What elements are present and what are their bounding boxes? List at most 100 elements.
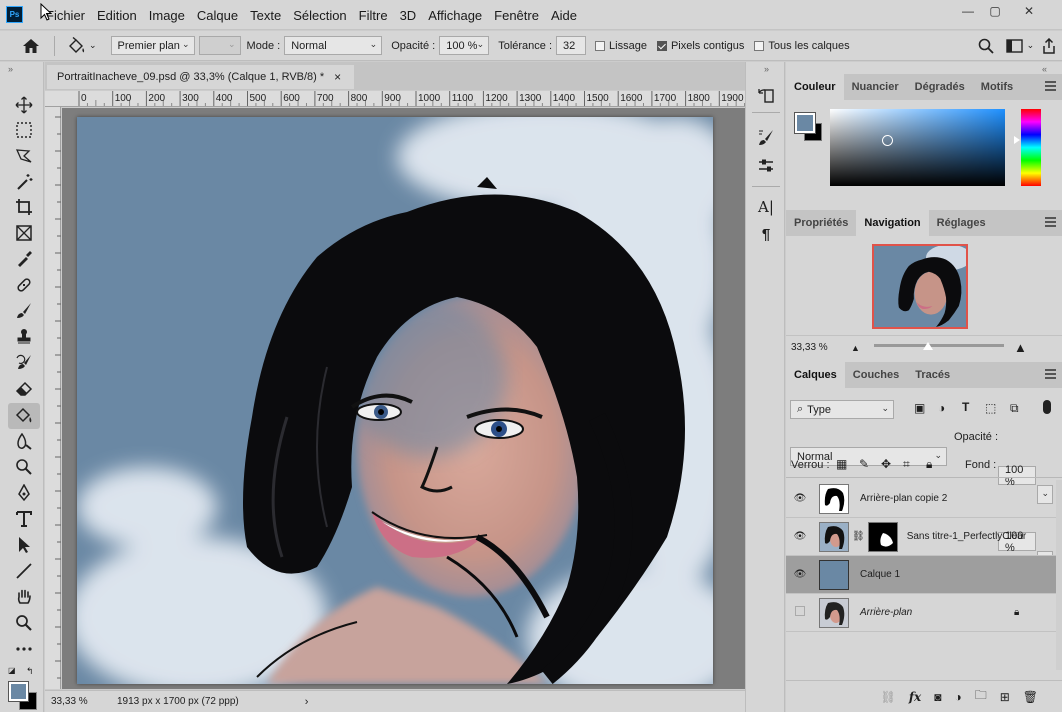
menu-selection[interactable]: Sélection xyxy=(287,8,352,23)
brush-icon[interactable] xyxy=(12,300,36,322)
menu-image[interactable]: Image xyxy=(143,8,191,23)
tab-traces[interactable]: Tracés xyxy=(907,362,958,388)
hue-marker-icon[interactable] xyxy=(1014,136,1020,144)
line-icon[interactable] xyxy=(12,560,36,582)
hue-slider[interactable] xyxy=(1021,109,1041,186)
tab-reglages[interactable]: Réglages xyxy=(929,210,994,236)
chain-link-icon[interactable]: ⛓︎ xyxy=(852,531,865,542)
collapse-icon[interactable]: « xyxy=(1042,64,1047,74)
pen-icon[interactable] xyxy=(12,482,36,504)
color-picker-cursor[interactable] xyxy=(882,135,893,146)
swap-colors-icon[interactable]: ↰ xyxy=(26,666,34,677)
crop-icon[interactable] xyxy=(12,196,36,218)
tab-motifs[interactable]: Motifs xyxy=(973,74,1021,100)
paint-bucket-tool-icon[interactable] xyxy=(67,36,87,55)
path-select-icon[interactable] xyxy=(12,534,36,556)
history-icon[interactable] xyxy=(756,86,776,106)
visibility-eye-icon[interactable]: 👁︎ xyxy=(786,493,814,504)
collapse-icon[interactable]: » xyxy=(764,64,769,74)
all-layers-checkbox[interactable] xyxy=(754,40,765,51)
zoom-level[interactable]: 33,33 % xyxy=(51,696,97,707)
fx-icon[interactable]: fx xyxy=(909,690,921,704)
menu-calque[interactable]: Calque xyxy=(191,8,244,23)
document-tab[interactable]: PortraitInacheve_09.psd @ 33,3% (Calque … xyxy=(47,65,354,89)
navigator-zoom[interactable]: 33,33 % xyxy=(791,342,828,353)
search-icon[interactable] xyxy=(978,38,994,54)
layer-name[interactable]: Arrière-plan copie 2 xyxy=(860,493,947,504)
foreground-color-swatch[interactable] xyxy=(8,681,29,702)
paragraph-icon[interactable]: ¶ xyxy=(756,224,776,244)
delete-layer-icon[interactable]: 🗑︎ xyxy=(1023,690,1038,704)
visibility-eye-icon[interactable]: 👁︎ xyxy=(786,531,814,542)
dodge-icon[interactable] xyxy=(12,456,36,478)
chevron-down-icon[interactable]: ⌄ xyxy=(89,40,97,51)
history-brush-icon[interactable] xyxy=(12,352,36,374)
visibility-toggle-empty[interactable] xyxy=(786,606,814,619)
layer-filter-select[interactable]: ⌕ Type ⌄ xyxy=(790,400,894,419)
default-colors-icon[interactable]: ◪ xyxy=(8,666,16,675)
stamp-icon[interactable] xyxy=(12,326,36,348)
new-group-icon[interactable]: 🗀︎ xyxy=(975,686,987,707)
adjust-sliders-icon[interactable] xyxy=(756,156,776,176)
lock-position-icon[interactable]: ✥ xyxy=(881,457,891,471)
menu-fenetre[interactable]: Fenêtre xyxy=(488,8,545,23)
tab-degrades[interactable]: Dégradés xyxy=(907,74,973,100)
close-button[interactable]: ✕ xyxy=(1020,4,1038,18)
fg-color-swatch[interactable] xyxy=(794,112,816,134)
layer-name[interactable]: Arrière-plan xyxy=(860,607,912,618)
layer-row[interactable]: 👁︎ ⛓︎ Sans titre-1_PerfectlyClear xyxy=(786,518,1056,556)
pattern-picker[interactable]: ⌄ xyxy=(198,36,241,55)
type-icon[interactable] xyxy=(12,508,36,530)
zoom-in-icon[interactable]: ▲ xyxy=(1014,340,1027,355)
lock-all-icon[interactable]: 🔒︎ xyxy=(926,457,932,472)
eyedropper-icon[interactable] xyxy=(12,248,36,270)
maximize-button[interactable]: ▢ xyxy=(986,4,1004,18)
tab-nuancier[interactable]: Nuancier xyxy=(844,74,907,100)
close-tab-icon[interactable]: × xyxy=(334,70,341,84)
opacity-input[interactable]: 100 % ⌄ xyxy=(439,36,490,55)
layer-row[interactable]: 👁︎ Arrière-plan copie 2 xyxy=(786,480,1056,518)
eraser-icon[interactable] xyxy=(12,377,36,399)
move-icon[interactable] xyxy=(12,94,36,116)
menu-3d[interactable]: 3D xyxy=(394,8,423,23)
filter-pixel-icon[interactable]: ▣ xyxy=(914,401,925,415)
new-layer-icon[interactable]: ⊞ xyxy=(1000,690,1010,704)
workspace-icon[interactable] xyxy=(1005,38,1024,53)
add-mask-icon[interactable]: ◙ xyxy=(934,690,941,704)
menu-texte[interactable]: Texte xyxy=(244,8,287,23)
panel-menu-icon[interactable] xyxy=(1045,369,1056,379)
tab-proprietes[interactable]: Propriétés xyxy=(786,210,856,236)
visibility-eye-icon[interactable]: 👁︎ xyxy=(786,569,814,580)
zoom-icon[interactable] xyxy=(12,612,36,634)
lock-artboard-icon[interactable]: ⌗ xyxy=(903,457,910,472)
lock-pixels-icon[interactable]: ✎ xyxy=(859,457,869,471)
share-icon[interactable] xyxy=(1042,37,1056,54)
paint-bucket-icon[interactable] xyxy=(8,403,40,429)
character-icon[interactable]: A| xyxy=(756,197,776,217)
tab-navigation[interactable]: Navigation xyxy=(856,210,929,236)
menu-filtre[interactable]: Filtre xyxy=(353,8,394,23)
panel-menu-icon[interactable] xyxy=(1045,81,1056,91)
tab-calques[interactable]: Calques xyxy=(786,362,845,388)
marquee-icon[interactable] xyxy=(12,119,36,141)
chevron-down-icon[interactable]: ⌄ xyxy=(1027,40,1035,51)
tab-couleur[interactable]: Couleur xyxy=(786,74,844,100)
minimize-button[interactable]: — xyxy=(959,4,977,18)
filter-type-icon[interactable]: T xyxy=(962,400,969,414)
blur-icon[interactable] xyxy=(12,431,36,453)
layer-name[interactable]: Sans titre-1_PerfectlyClear xyxy=(907,531,1027,542)
menu-aide[interactable]: Aide xyxy=(545,8,583,23)
filter-smart-object-icon[interactable]: ⧉ xyxy=(1010,401,1019,416)
lissage-checkbox[interactable] xyxy=(595,40,606,51)
document-canvas[interactable] xyxy=(77,117,713,684)
layer-mask-thumbnail[interactable] xyxy=(867,521,898,552)
tolerance-input[interactable]: 32 xyxy=(556,36,587,55)
filter-shape-icon[interactable]: ⬚ xyxy=(985,401,996,415)
brush-settings-icon[interactable] xyxy=(756,128,776,148)
frame-icon[interactable] xyxy=(12,222,36,244)
menu-affichage[interactable]: Affichage xyxy=(422,8,488,23)
hand-icon[interactable] xyxy=(12,586,36,608)
collapse-icon[interactable]: » xyxy=(8,64,13,74)
home-icon[interactable] xyxy=(22,38,40,54)
contigus-checkbox[interactable] xyxy=(656,40,667,51)
